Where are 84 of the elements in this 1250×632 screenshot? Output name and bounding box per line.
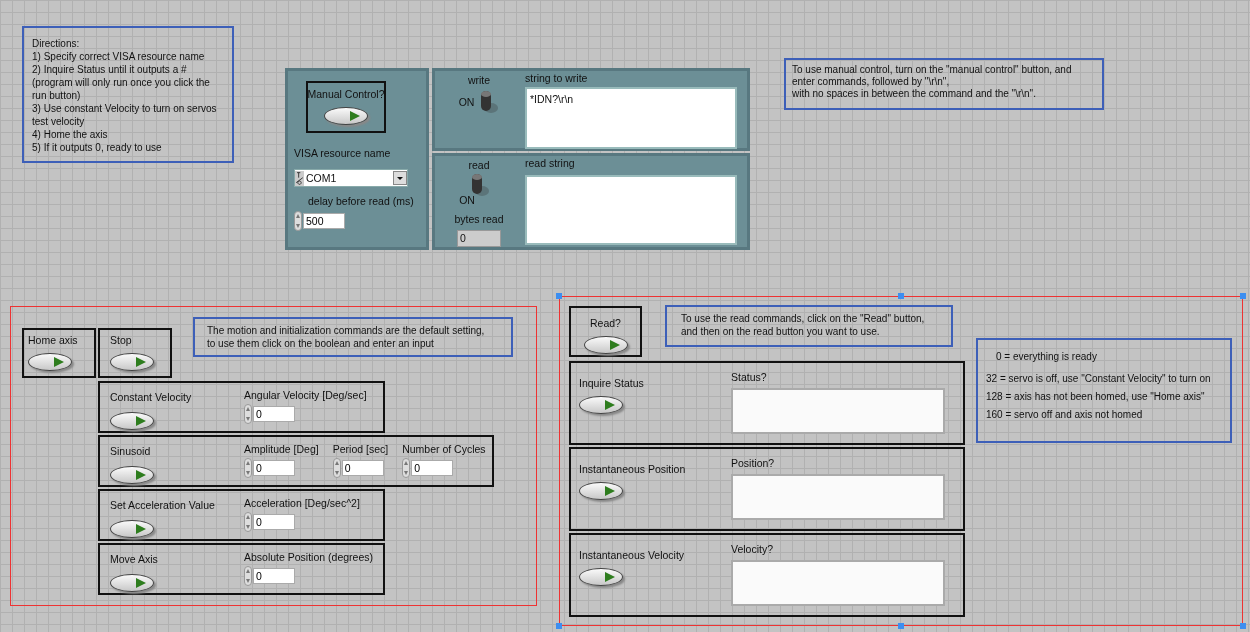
numeric-field[interactable]: 0 [411,460,454,476]
control-label: Sinusoid [110,445,152,458]
spinner-icon[interactable] [244,458,252,478]
note-line: 2) Inquire Status until it outputs a # [32,63,188,76]
string-field[interactable]: *IDN?\r\n [525,87,737,149]
toggle-button[interactable] [110,466,154,484]
control-label: Acceleration [Deg/sec^2] [244,497,360,510]
toggle-button[interactable] [110,574,154,592]
toggle-button[interactable] [579,568,623,586]
resize-handle[interactable] [1240,293,1246,299]
control-label: write [467,74,491,87]
control-label: Set Acceleration Value [110,499,216,512]
note-line: 5) If it outputs 0, ready to use [32,141,163,154]
note-line: Directions: [32,37,81,50]
control-label: Manual Control? [307,88,385,101]
spinner-icon[interactable] [402,458,411,478]
resize-handle[interactable] [898,623,904,629]
control-label: Move Axis [110,553,159,566]
control-label: Amplitude [Deg] [244,443,319,456]
numeric-field[interactable]: 0 [253,406,295,422]
note-line: test velocity [32,115,86,128]
note-line: 160 = servo off and axis not homed [986,408,1144,421]
note-line: run button) [32,89,82,102]
resize-handle[interactable] [556,623,562,629]
control-label: delay before read (ms) [308,195,415,208]
note-line: To use the read commands, click on the "Read" button, [681,312,926,325]
note-line: 0 = everything is ready [995,350,1098,363]
note-line: with no spaces in between the command and the "\r\n". [792,88,1037,100]
numeric-field[interactable]: 500 [303,213,345,229]
numeric-field[interactable]: 0 [253,568,295,584]
note-line: enter commands, followed by "\r\n", [792,76,951,88]
control-label: Constant Velocity [110,391,193,404]
note-line: 4) Home the axis [32,128,109,141]
control-label: read [468,159,490,172]
indicator-label: Status? [731,371,768,384]
indicator-label: bytes read [454,213,504,226]
indicator-label: Position? [731,457,776,470]
note-line: 128 = axis has not been homed, use "Home axis" [986,390,1206,403]
toggle-button[interactable] [110,520,154,538]
spinner-icon[interactable] [244,512,252,532]
indicator-label: read string [525,157,576,170]
note-line: To use manual control, turn on the "manual control" button, and [792,64,1073,76]
note-line: 1) Specify correct VISA resource name [32,50,206,63]
resize-handle[interactable] [1240,623,1246,629]
resize-handle[interactable] [556,293,562,299]
toggle-button[interactable] [579,482,623,500]
control-label: Home axis [28,334,79,347]
control-label: Absolute Position (degrees) [244,551,373,564]
spinner-icon[interactable] [332,458,341,478]
control-label: Read? [590,317,621,330]
numeric-indicator: 0 [457,230,501,247]
control-label: Inquire Status [579,377,645,390]
toggle-button[interactable] [324,107,368,125]
spinner-icon[interactable] [294,211,302,231]
spinner-icon[interactable] [244,404,252,424]
numeric-field[interactable]: 0 [341,460,384,476]
resource-dropdown[interactable]: COM1 [294,169,408,187]
note-line: The motion and initialization commands are the default setting, [207,324,486,337]
numeric-field[interactable]: 0 [253,460,295,476]
control-label: Number of Cycles [402,443,486,456]
note-line: and then on the read button you want to use. [681,325,881,338]
toggle-button[interactable] [28,353,72,371]
note-line: 32 = servo is off, use "Constant Velocity" to turn on [986,372,1212,385]
control-label: Period [sec] [332,443,389,456]
numeric-field[interactable]: 0 [253,514,295,530]
control-label: Angular Velocity [Deg/sec] [244,389,367,402]
control-label: string to write [525,72,589,85]
control-label: Stop [110,334,133,347]
control-label: Instantaneous Position [579,463,687,476]
spinner-icon[interactable] [244,566,252,586]
io-icon [295,170,304,186]
toggle-button[interactable] [579,396,623,414]
switch-state-label: ON [458,95,475,109]
resize-handle[interactable] [898,293,904,299]
control-label: VISA resource name [294,147,392,160]
toggle-button[interactable] [110,353,154,371]
note-line: (program will only run once you click the [32,76,211,89]
toggle-button[interactable] [583,336,628,354]
toggle-button[interactable] [110,412,154,430]
switch-state-label: ON [459,194,475,207]
note-line: to use them click on the boolean and enter an input [207,337,435,350]
control-label: Instantaneous Velocity [579,549,686,562]
indicator-label: Velocity? [731,543,775,556]
note-line: 3) Use constant Velocity to turn on servos [32,102,218,115]
